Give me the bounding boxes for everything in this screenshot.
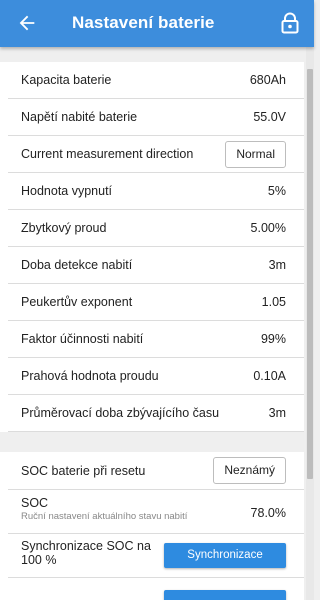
setting-row-charge-efficiency[interactable]: Faktor účinnosti nabití 99% (8, 321, 304, 358)
battery-settings-group: Kapacita baterie 680Ah Napětí nabité bat… (0, 62, 304, 432)
setting-row-soc-reset: SOC baterie při resetu Neznámý (8, 452, 304, 490)
scrollbar-thumb[interactable] (307, 69, 313, 479)
arrow-back-icon[interactable] (16, 12, 38, 34)
scrollbar[interactable] (306, 47, 314, 600)
app-bar: Nastavení baterie (0, 0, 314, 47)
partial-action-button[interactable] (164, 590, 286, 600)
setting-value: 78.0% (250, 506, 286, 520)
lock-icon[interactable] (280, 12, 300, 34)
current-direction-button[interactable]: Normal (225, 141, 286, 168)
setting-row-peukert-exponent[interactable]: Peukertův exponent 1.05 (8, 284, 304, 321)
setting-sublabel: Ruční nastavení aktuálního stavu nabití (21, 511, 188, 522)
setting-value: 3m (268, 258, 286, 272)
setting-row-discharge-floor[interactable]: Hodnota vypnutí 5% (8, 173, 304, 210)
setting-value: 5% (267, 184, 286, 198)
setting-value: 0.10A (253, 369, 286, 383)
setting-label: SOC (21, 496, 49, 510)
setting-label: Peukertův exponent (21, 295, 133, 309)
setting-row-time-to-go-averaging[interactable]: Průměrovací doba zbývajícího času 3m (8, 395, 304, 432)
setting-label: Prahová hodnota proudu (21, 369, 159, 383)
setting-label: Napětí nabité baterie (21, 110, 138, 124)
page-title: Nastavení baterie (72, 13, 215, 32)
setting-value: 55.0V (253, 110, 286, 124)
soc-reset-button[interactable]: Neznámý (213, 457, 286, 484)
setting-row-current-direction: Current measurement direction Normal (8, 136, 304, 173)
soc-settings-group: SOC baterie při resetu Neznámý SOC Ruční… (0, 452, 304, 600)
setting-value: 99% (260, 332, 286, 346)
setting-label: Průměrovací doba zbývajícího času (21, 406, 220, 420)
setting-label: SOC baterie při resetu (21, 464, 146, 478)
setting-row-soc-sync: Synchronizace SOC na 100 % Synchronizace (8, 534, 304, 578)
setting-row-partial (8, 578, 304, 600)
setting-value: 5.00% (250, 221, 286, 235)
setting-value: 1.05 (261, 295, 286, 309)
setting-label: Doba detekce nabití (21, 258, 133, 272)
setting-value: 680Ah (249, 73, 286, 87)
setting-label: Zbytkový proud (21, 221, 107, 235)
setting-label: Kapacita baterie (21, 73, 112, 87)
setting-value: 3m (268, 406, 286, 420)
setting-row-charged-detection-time[interactable]: Doba detekce nabití 3m (8, 247, 304, 284)
setting-row-tail-current[interactable]: Zbytkový proud 5.00% (8, 210, 304, 247)
setting-row-soc[interactable]: SOC Ruční nastavení aktuálního stavu nab… (8, 490, 304, 534)
setting-row-capacity[interactable]: Kapacita baterie 680Ah (8, 62, 304, 99)
setting-label: Synchronizace SOC na 100 % (21, 539, 151, 567)
setting-label: Faktor účinnosti nabití (21, 332, 144, 346)
setting-row-charged-voltage[interactable]: Napětí nabité baterie 55.0V (8, 99, 304, 136)
settings-list[interactable]: Kapacita baterie 680Ah Napětí nabité bat… (0, 47, 314, 600)
synchronize-button[interactable]: Synchronizace (164, 543, 286, 568)
setting-row-current-threshold[interactable]: Prahová hodnota proudu 0.10A (8, 358, 304, 395)
setting-label: Current measurement direction (21, 147, 194, 161)
setting-label: Hodnota vypnutí (21, 184, 113, 198)
